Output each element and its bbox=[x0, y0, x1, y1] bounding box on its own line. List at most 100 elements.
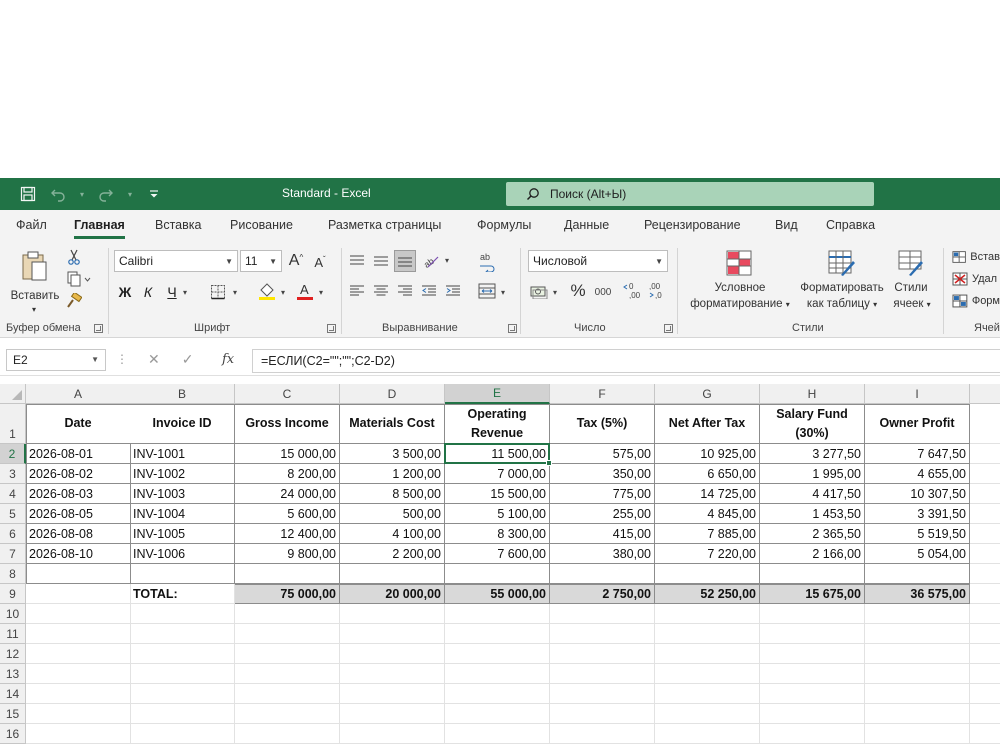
table-cell[interactable]: 4 655,00 bbox=[865, 464, 970, 484]
total-cell[interactable]: 75 000,00 bbox=[235, 584, 340, 604]
table-cell[interactable]: INV-1002 bbox=[130, 464, 235, 484]
cell[interactable] bbox=[235, 604, 340, 624]
cell[interactable] bbox=[26, 604, 131, 624]
search-box[interactable]: Поиск (Alt+Ы) bbox=[506, 182, 874, 206]
cell[interactable] bbox=[26, 704, 131, 724]
table-cell[interactable]: 2 200,00 bbox=[340, 544, 445, 564]
cell[interactable] bbox=[970, 664, 1000, 684]
increase-font-icon[interactable]: A ^ bbox=[286, 250, 306, 272]
table-header-cell[interactable]: Invoice ID bbox=[130, 404, 235, 444]
conditional-formatting-button[interactable]: форматирование ▾ bbox=[684, 296, 796, 313]
underline-button[interactable]: Ч bbox=[164, 282, 180, 302]
cell[interactable] bbox=[970, 644, 1000, 664]
align-top-icon[interactable] bbox=[348, 252, 366, 270]
undo-icon[interactable] bbox=[48, 184, 68, 204]
table-header-cell[interactable]: Net After Tax bbox=[655, 404, 760, 444]
cell[interactable] bbox=[655, 604, 760, 624]
italic-button[interactable]: К bbox=[140, 282, 156, 302]
cell[interactable] bbox=[26, 644, 131, 664]
tab-review[interactable]: Рецензирование bbox=[644, 218, 741, 232]
table-cell[interactable]: 575,00 bbox=[550, 444, 655, 464]
table-cell[interactable]: 775,00 bbox=[550, 484, 655, 504]
format-cells-button[interactable]: Форм bbox=[952, 292, 1000, 310]
column-header-overflow[interactable] bbox=[970, 384, 1000, 404]
wrap-text-icon[interactable]: ab bbox=[476, 250, 498, 274]
cancel-icon[interactable]: ✕ bbox=[148, 351, 160, 368]
row-header-4[interactable]: 4 bbox=[0, 484, 26, 504]
conditional-formatting-icon[interactable] bbox=[724, 248, 754, 278]
cell[interactable] bbox=[130, 724, 235, 744]
paste-button[interactable] bbox=[18, 250, 52, 282]
total-cell[interactable]: 52 250,00 bbox=[655, 584, 760, 604]
table-cell[interactable]: 500,00 bbox=[340, 504, 445, 524]
cell[interactable] bbox=[445, 704, 550, 724]
cell[interactable] bbox=[970, 624, 1000, 644]
align-right-icon[interactable] bbox=[396, 282, 414, 300]
fill-handle[interactable] bbox=[546, 460, 552, 466]
percent-button[interactable]: % bbox=[568, 281, 588, 301]
currency-format-icon[interactable] bbox=[528, 282, 550, 302]
table-cell[interactable] bbox=[550, 564, 655, 584]
table-cell[interactable]: 2026-08-03 bbox=[26, 484, 131, 504]
cell[interactable] bbox=[445, 664, 550, 684]
font-color-icon[interactable]: A bbox=[294, 280, 316, 302]
table-cell[interactable]: INV-1001 bbox=[130, 444, 235, 464]
table-cell[interactable]: 3 391,50 bbox=[865, 504, 970, 524]
table-header-cell[interactable]: Salary Fund (30%) bbox=[760, 404, 865, 444]
total-cell[interactable]: 2 750,00 bbox=[550, 584, 655, 604]
number-format-select[interactable]: Числовой ▼ bbox=[528, 250, 668, 272]
chevron-down-icon[interactable]: ▾ bbox=[550, 286, 560, 298]
table-cell[interactable]: 7 600,00 bbox=[445, 544, 550, 564]
table-cell[interactable]: 2 166,00 bbox=[760, 544, 865, 564]
table-cell[interactable] bbox=[760, 564, 865, 584]
tab-view[interactable]: Вид bbox=[775, 218, 798, 232]
cell[interactable] bbox=[760, 724, 865, 744]
tab-data[interactable]: Данные bbox=[564, 218, 609, 232]
chevron-down-icon[interactable]: ▾ bbox=[180, 286, 190, 298]
table-header-cell[interactable]: Gross Income bbox=[235, 404, 340, 444]
cell[interactable] bbox=[655, 684, 760, 704]
table-cell[interactable] bbox=[340, 564, 445, 584]
table-cell[interactable]: 255,00 bbox=[550, 504, 655, 524]
cell[interactable] bbox=[970, 604, 1000, 624]
table-cell[interactable]: 1 995,00 bbox=[760, 464, 865, 484]
name-box[interactable]: E2 ▼ bbox=[6, 349, 106, 371]
table-cell[interactable]: INV-1005 bbox=[130, 524, 235, 544]
row-header-15[interactable]: 15 bbox=[0, 704, 26, 724]
cell[interactable] bbox=[760, 644, 865, 664]
cell[interactable] bbox=[970, 484, 1000, 504]
table-header-cell[interactable]: Owner Profit bbox=[865, 404, 970, 444]
chevron-down-icon[interactable]: ▾ bbox=[498, 286, 508, 298]
format-as-table-line1[interactable]: Форматировать bbox=[794, 280, 890, 296]
tab-page-layout[interactable]: Разметка страницы bbox=[328, 218, 441, 232]
cell[interactable] bbox=[26, 584, 131, 604]
row-header-14[interactable]: 14 bbox=[0, 684, 26, 704]
tab-draw[interactable]: Рисование bbox=[230, 218, 293, 232]
cell[interactable] bbox=[445, 724, 550, 744]
cell[interactable] bbox=[130, 624, 235, 644]
row-header-8[interactable]: 8 bbox=[0, 564, 26, 584]
redo-icon[interactable] bbox=[96, 184, 116, 204]
table-cell[interactable]: 3 500,00 bbox=[340, 444, 445, 464]
cell[interactable] bbox=[26, 684, 131, 704]
table-header-cell[interactable]: Tax (5%) bbox=[550, 404, 655, 444]
chevron-down-icon[interactable]: ▾ bbox=[26, 302, 42, 318]
cell[interactable] bbox=[970, 724, 1000, 744]
insert-function-icon[interactable]: fx bbox=[222, 352, 234, 367]
enter-icon[interactable]: ✓ bbox=[182, 351, 194, 368]
cell[interactable] bbox=[655, 624, 760, 644]
table-cell[interactable]: 2026-08-01 bbox=[26, 444, 131, 464]
row-header-9[interactable]: 9 bbox=[0, 584, 26, 604]
select-all-button[interactable] bbox=[0, 384, 26, 404]
table-cell[interactable]: 12 400,00 bbox=[235, 524, 340, 544]
table-cell[interactable]: 8 200,00 bbox=[235, 464, 340, 484]
worksheet-grid[interactable]: A B C D E F G H I 1 2 3 4 5 6 7 8 9 10 11 12 13 14 15 16 Date Invo… bbox=[0, 384, 1000, 750]
column-header-a[interactable]: A bbox=[26, 384, 131, 404]
table-cell[interactable]: 6 650,00 bbox=[655, 464, 760, 484]
cell[interactable] bbox=[445, 624, 550, 644]
chevron-down-icon[interactable]: ▾ bbox=[316, 286, 326, 298]
tab-insert[interactable]: Вставка bbox=[155, 218, 201, 232]
cell[interactable] bbox=[970, 504, 1000, 524]
format-painter-icon[interactable] bbox=[64, 292, 84, 310]
row-header-11[interactable]: 11 bbox=[0, 624, 26, 644]
